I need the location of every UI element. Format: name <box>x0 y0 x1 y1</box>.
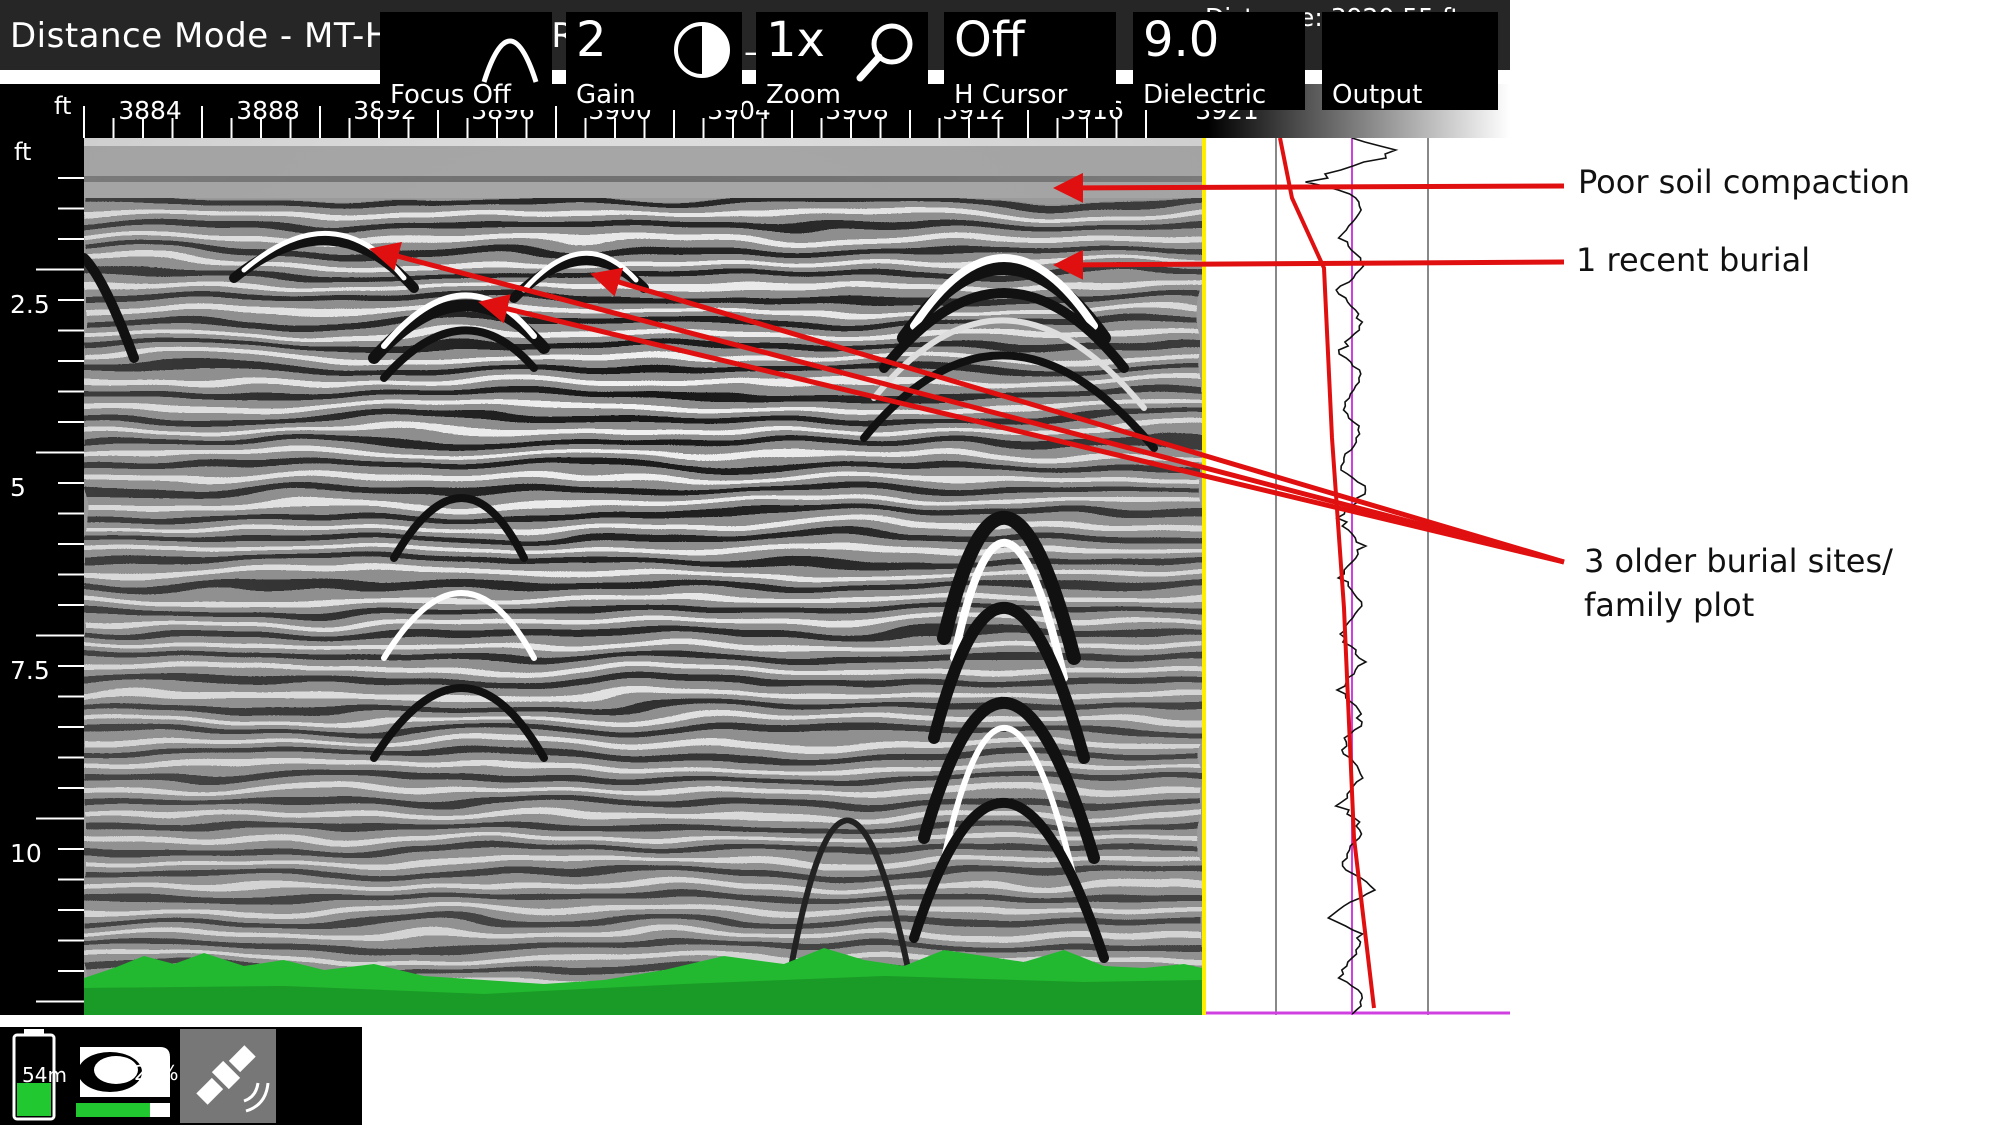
h-cursor-button[interactable]: Off H Cursor <box>944 12 1116 110</box>
v-ruler-label: 10 <box>10 839 42 868</box>
vertical-ruler: ft 2.5 5 7.5 10 <box>0 138 84 1015</box>
h-ruler-label: 3888 <box>236 96 300 125</box>
vertical-ruler-marks: ft 2.5 5 7.5 10 <box>10 138 84 1003</box>
focus-button[interactable]: Focus Off <box>380 12 552 110</box>
magnifier-icon <box>856 23 913 82</box>
amplitude-trace <box>1305 137 1399 1015</box>
h-ruler-label: 3884 <box>118 96 182 125</box>
gain-button[interactable]: 2 Gain <box>566 12 742 110</box>
velocity-curve <box>1278 137 1376 1009</box>
dielectric-button[interactable]: 9.0 Dielectric <box>1133 12 1305 110</box>
storage-percent: 26% <box>134 1061 179 1085</box>
annotation-older-burials-line2: family plot <box>1584 586 1755 624</box>
zoom-label: Zoom <box>766 80 841 110</box>
trace-panel <box>1206 137 1510 1015</box>
trace-plot <box>1206 137 1510 1015</box>
battery-time: 54m <box>22 1063 67 1087</box>
satellite-gps-icon <box>180 1029 276 1123</box>
focus-arc-icon <box>481 38 539 83</box>
h-unit-label: ft <box>54 92 71 120</box>
v-ruler-label: 5 <box>10 473 26 502</box>
zoom-button[interactable]: 1x Zoom <box>756 12 928 110</box>
annotation-recent-burial: 1 recent burial <box>1576 241 1811 279</box>
status-tile: 54m 26% <box>0 1027 362 1125</box>
v-unit-label: ft <box>14 138 31 166</box>
dielectric-label: Dielectric <box>1143 80 1267 110</box>
v-ruler-label: 2.5 <box>10 290 50 319</box>
output-label: Output <box>1332 80 1423 110</box>
annotation-poor-soil: Poor soil compaction <box>1578 163 1910 201</box>
h-cursor-value: Off <box>954 12 1025 68</box>
dielectric-value: 9.0 <box>1143 12 1220 68</box>
radargram-view[interactable] <box>84 138 1202 1015</box>
radargram-image <box>84 138 1202 1015</box>
contrast-icon <box>674 22 730 78</box>
output-button[interactable]: Output <box>1322 12 1498 110</box>
zoom-value: 1x <box>766 12 825 68</box>
focus-label: Focus Off <box>390 80 511 110</box>
v-ruler-label: 7.5 <box>10 656 50 685</box>
h-cursor-label: H Cursor <box>954 80 1068 110</box>
annotation-older-burials-line1: 3 older burial sites/ <box>1584 542 1893 580</box>
gain-label: Gain <box>576 80 636 110</box>
gain-value: 2 <box>576 12 607 68</box>
